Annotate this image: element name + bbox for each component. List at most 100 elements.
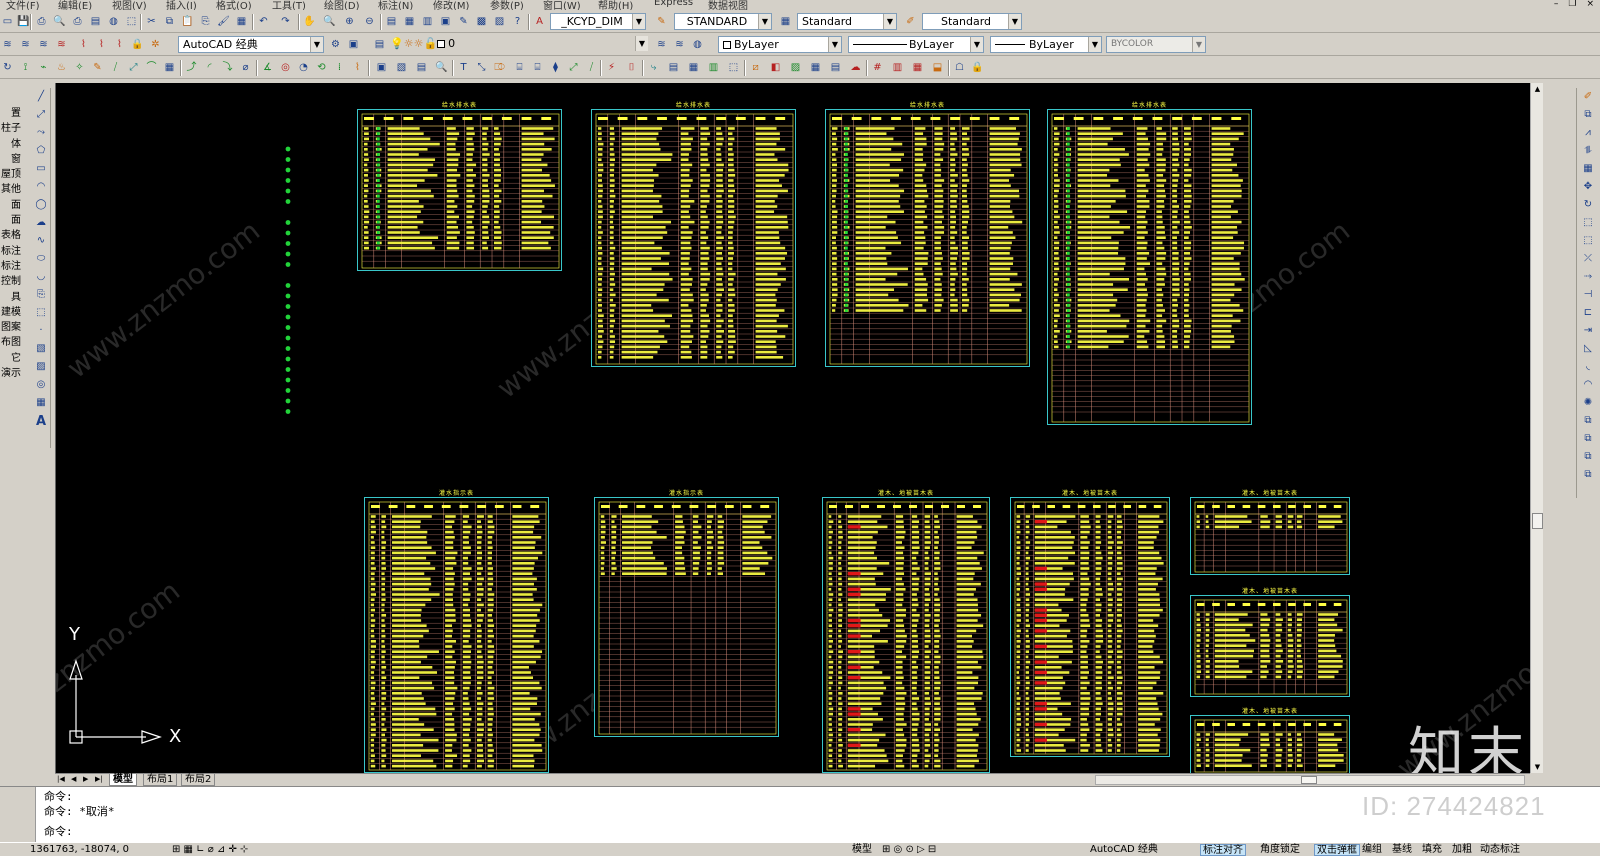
- stretch-icon[interactable]: ⬚: [1580, 232, 1596, 250]
- mleader-style-select[interactable]: Standard ▼: [922, 13, 1022, 30]
- palette-item[interactable]: 具: [0, 290, 22, 305]
- plant-schedule-sheet[interactable]: 灌水指示表: [364, 490, 549, 773]
- region-icon[interactable]: ▨: [788, 60, 803, 75]
- 3d-print-icon[interactable]: ◍: [106, 14, 121, 29]
- status-button-baseline[interactable]: 基线: [1390, 844, 1414, 856]
- palette-item[interactable]: 窗: [0, 152, 22, 167]
- new-icon[interactable]: ▭: [0, 14, 15, 29]
- plant-schedule-sheet[interactable]: 灌木、地被苗木表: [1190, 588, 1350, 697]
- dim-jogged-icon[interactable]: ⤵: [220, 60, 235, 75]
- print-preview-icon[interactable]: 🔍: [52, 14, 67, 29]
- menu-file[interactable]: 文件(F): [6, 0, 40, 10]
- dim-style-manage-icon[interactable]: ⚡: [604, 60, 619, 75]
- scale-icon[interactable]: ⬚: [1580, 214, 1596, 232]
- zoom-window-icon[interactable]: ⊕: [342, 14, 357, 29]
- palette-item[interactable]: 图案: [0, 320, 22, 335]
- tab-layout1[interactable]: 布局1: [143, 774, 178, 786]
- zoom-realtime-icon[interactable]: 🔍: [322, 14, 337, 29]
- explode-icon[interactable]: ✺: [1580, 394, 1596, 412]
- quick-dim-icon[interactable]: ◎: [278, 60, 293, 75]
- drawing-canvas[interactable]: www.znzmo.com www.znzmo.com www.znzmo.co…: [55, 83, 1530, 773]
- polygon-icon[interactable]: ⬠: [33, 142, 49, 160]
- menu-data-view[interactable]: 数据视图: [708, 0, 748, 10]
- calculator-icon[interactable]: ▨: [492, 14, 507, 29]
- menu-window[interactable]: 窗口(W): [543, 0, 581, 10]
- paste-special-icon[interactable]: ⎘: [198, 14, 213, 29]
- block-editor-icon[interactable]: ▦: [234, 14, 249, 29]
- join-icon[interactable]: ⇥: [1580, 322, 1596, 340]
- status-button-dyndim[interactable]: 动态标注: [1478, 844, 1522, 856]
- horizontal-scrollbar[interactable]: [1095, 775, 1525, 785]
- chamfer-icon[interactable]: ◺: [1580, 340, 1596, 358]
- ellipse-arc-icon[interactable]: ◡: [33, 268, 49, 286]
- menu-edit[interactable]: 编辑(E): [58, 0, 92, 10]
- palette-item[interactable]: 柱子: [0, 121, 22, 136]
- draw-order-icon[interactable]: ⬓: [930, 60, 945, 75]
- dim-continue-icon[interactable]: ⟲: [314, 60, 329, 75]
- dim-update-icon[interactable]: ⌸: [512, 60, 527, 75]
- revcloud-icon[interactable]: ☁: [848, 60, 863, 75]
- send-back-icon[interactable]: ⧉: [1580, 448, 1596, 466]
- mleader-icon[interactable]: ▤: [666, 60, 681, 75]
- plant-schedule-sheet[interactable]: 给水排水表: [1047, 102, 1252, 425]
- menu-view[interactable]: 视图(V): [112, 0, 147, 10]
- stats-icon[interactable]: ▦: [910, 60, 925, 75]
- scroll-thumb[interactable]: [1532, 513, 1543, 529]
- rotate-icon[interactable]: ↻: [1580, 196, 1596, 214]
- publish-web-icon[interactable]: ☖: [952, 60, 967, 75]
- hatch-icon[interactable]: ⧄: [748, 60, 763, 75]
- dim-baseline-icon[interactable]: ◔: [296, 60, 311, 75]
- layer-match-icon[interactable]: ≋: [36, 37, 51, 52]
- snap-grid-icon[interactable]: ⊞ ▦ ∟ ⌀ ⊿ ✛ ⊹: [170, 844, 250, 856]
- plant-schedule-sheet[interactable]: 给水排水表: [357, 102, 562, 271]
- pline-edit-icon[interactable]: ⌁: [36, 60, 51, 75]
- bring-front-icon[interactable]: ⧉: [1580, 430, 1596, 448]
- palette-item[interactable]: 建模: [0, 305, 22, 320]
- menu-draw[interactable]: 绘图(D): [324, 0, 360, 10]
- properties-icon[interactable]: ▤: [384, 14, 399, 29]
- close-icon[interactable]: ×: [1586, 0, 1594, 10]
- status-button-angle-lock[interactable]: 角度锁定: [1258, 844, 1302, 856]
- table-style-select[interactable]: Standard ▼: [797, 13, 897, 30]
- quickcalc-icon[interactable]: ▩: [474, 14, 489, 29]
- plant-schedule-sheet[interactable]: 灌木、地被苗木表: [1010, 490, 1170, 757]
- gradient-draw-icon[interactable]: ▨: [33, 358, 49, 376]
- rectangle-icon[interactable]: ▭: [33, 160, 49, 178]
- scroll-up-icon[interactable]: ▲: [1532, 84, 1543, 94]
- layer-select[interactable]: 💡☼☼🔓 0 ▼: [390, 36, 648, 53]
- arc-icon[interactable]: ◠: [33, 178, 49, 196]
- zoom-dim-icon[interactable]: 🔍: [434, 60, 449, 75]
- status-button-dim-align[interactable]: 标注对齐: [1200, 844, 1246, 856]
- region-draw-icon[interactable]: ◎: [33, 376, 49, 394]
- layer-manager-icon[interactable]: ▤: [372, 37, 387, 52]
- last-tab-icon[interactable]: ▶|: [95, 774, 103, 785]
- help-icon[interactable]: ?: [510, 14, 525, 29]
- inspect-icon[interactable]: ▤: [414, 60, 429, 75]
- next-tab-icon[interactable]: ▶: [83, 774, 88, 785]
- bar-chart-icon[interactable]: ▥: [890, 60, 905, 75]
- break-at-point-icon[interactable]: ⊣: [1580, 286, 1596, 304]
- xline-icon[interactable]: ⤢: [33, 106, 49, 124]
- cut-icon[interactable]: ✂: [144, 14, 159, 29]
- status-button-fill[interactable]: 填充: [1420, 844, 1444, 856]
- fillet-icon[interactable]: ◟: [1580, 358, 1596, 376]
- menu-format[interactable]: 格式(O): [216, 0, 252, 10]
- dim-radius-icon[interactable]: ◜: [202, 60, 217, 75]
- refresh-icon[interactable]: ↻: [0, 60, 15, 75]
- leader-icon[interactable]: ⤷: [646, 60, 661, 75]
- mirror-icon[interactable]: ⩘: [1580, 124, 1596, 142]
- lock-icon[interactable]: 🔒: [970, 60, 985, 75]
- restore-icon[interactable]: ❐: [1568, 0, 1576, 10]
- redo-icon[interactable]: ↷: [278, 14, 293, 29]
- tolerance-icon[interactable]: ▣: [374, 60, 389, 75]
- node-snap-icon[interactable]: ⟟: [18, 60, 33, 75]
- status-button-bold[interactable]: 加粗: [1450, 844, 1474, 856]
- gradient-icon[interactable]: ◧: [768, 60, 783, 75]
- publish-icon[interactable]: ⎙: [70, 14, 85, 29]
- circle-icon[interactable]: ◯: [33, 196, 49, 214]
- menu-parametric[interactable]: 参数(P): [490, 0, 524, 10]
- layer-unisolate-icon[interactable]: ⌇: [94, 37, 109, 52]
- dim-split-icon[interactable]: ⌷: [624, 60, 639, 75]
- command-window-grip[interactable]: [0, 787, 36, 843]
- spline-draw-icon[interactable]: ∿: [33, 232, 49, 250]
